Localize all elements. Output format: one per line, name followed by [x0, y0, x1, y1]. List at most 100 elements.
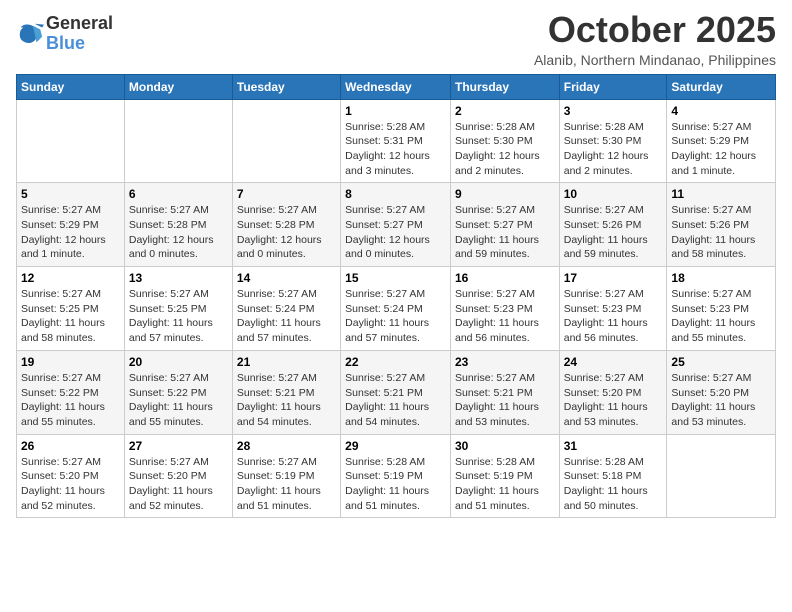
day-cell: 3Sunrise: 5:28 AM Sunset: 5:30 PM Daylig… [559, 99, 667, 183]
day-info: Sunrise: 5:27 AM Sunset: 5:27 PM Dayligh… [345, 203, 446, 262]
weekday-header-wednesday: Wednesday [341, 74, 451, 99]
day-cell: 31Sunrise: 5:28 AM Sunset: 5:18 PM Dayli… [559, 434, 667, 518]
day-number: 29 [345, 439, 446, 453]
day-info: Sunrise: 5:27 AM Sunset: 5:23 PM Dayligh… [455, 287, 555, 346]
day-number: 31 [564, 439, 663, 453]
day-cell: 25 Sunrise: 5:27 AM Sunset: 5:20 PM Dayli… [667, 350, 776, 434]
day-cell [124, 99, 232, 183]
day-cell: 26 Sunrise: 5:27 AM Sunset: 5:20 PM Dayli… [17, 434, 125, 518]
day-info: Sunrise: 5:27 AM Sunset: 5:20 PM Dayligh… [671, 371, 771, 430]
day-cell: 14Sunrise: 5:27 AM Sunset: 5:24 PM Dayli… [232, 267, 340, 351]
day-info: Sunrise: 5:27 AM Sunset: 5:21 PM Dayligh… [237, 371, 336, 430]
day-info: Sunrise: 5:27 AM Sunset: 5:20 PM Dayligh… [129, 455, 228, 514]
day-info: Sunrise: 5:27 AM Sunset: 5:22 PM Dayligh… [21, 371, 120, 430]
day-cell: 17 Sunrise: 5:27 AM Sunset: 5:23 PM Dayli… [559, 267, 667, 351]
day-number: 22 [345, 355, 446, 369]
day-info: Sunrise: 5:28 AM Sunset: 5:19 PM Dayligh… [345, 455, 446, 514]
day-cell [232, 99, 340, 183]
day-cell: 4 Sunrise: 5:27 AM Sunset: 5:29 PM Daylig… [667, 99, 776, 183]
day-info: Sunrise: 5:27 AM Sunset: 5:25 PM Dayligh… [21, 287, 120, 346]
day-number: 11 [671, 187, 771, 201]
day-cell: 22 Sunrise: 5:27 AM Sunset: 5:21 PM Dayli… [341, 350, 451, 434]
day-cell: 21 Sunrise: 5:27 AM Sunset: 5:21 PM Dayli… [232, 350, 340, 434]
logo: General Blue [16, 14, 113, 54]
week-row-3: 12 Sunrise: 5:27 AM Sunset: 5:25 PM Dayli… [17, 267, 776, 351]
day-info: Sunrise: 5:27 AM Sunset: 5:24 PM Dayligh… [237, 287, 336, 346]
day-cell: 28Sunrise: 5:27 AM Sunset: 5:19 PM Dayli… [232, 434, 340, 518]
weekday-header-monday: Monday [124, 74, 232, 99]
day-number: 1 [345, 104, 446, 118]
title-block: October 2025 Alanib, Northern Mindanao, … [534, 10, 776, 68]
day-number: 9 [455, 187, 555, 201]
day-info: Sunrise: 5:28 AM Sunset: 5:30 PM Dayligh… [455, 120, 555, 179]
day-number: 23 [455, 355, 555, 369]
day-cell: 29 Sunrise: 5:28 AM Sunset: 5:19 PM Dayli… [341, 434, 451, 518]
day-number: 24 [564, 355, 663, 369]
day-info: Sunrise: 5:27 AM Sunset: 5:27 PM Dayligh… [455, 203, 555, 262]
day-cell [667, 434, 776, 518]
day-number: 19 [21, 355, 120, 369]
day-cell: 12 Sunrise: 5:27 AM Sunset: 5:25 PM Dayli… [17, 267, 125, 351]
day-number: 2 [455, 104, 555, 118]
day-info: Sunrise: 5:27 AM Sunset: 5:29 PM Dayligh… [21, 203, 120, 262]
day-cell: 18 Sunrise: 5:27 AM Sunset: 5:23 PM Dayli… [667, 267, 776, 351]
week-row-5: 26 Sunrise: 5:27 AM Sunset: 5:20 PM Dayli… [17, 434, 776, 518]
day-cell: 6 Sunrise: 5:27 AM Sunset: 5:28 PM Daylig… [124, 183, 232, 267]
day-cell: 27 Sunrise: 5:27 AM Sunset: 5:20 PM Dayli… [124, 434, 232, 518]
day-cell: 30Sunrise: 5:28 AM Sunset: 5:19 PM Dayli… [450, 434, 559, 518]
day-info: Sunrise: 5:28 AM Sunset: 5:30 PM Dayligh… [564, 120, 663, 179]
day-cell: 24 Sunrise: 5:27 AM Sunset: 5:20 PM Dayli… [559, 350, 667, 434]
day-cell: 16 Sunrise: 5:27 AM Sunset: 5:23 PM Dayli… [450, 267, 559, 351]
header: General Blue October 2025 Alanib, Northe… [16, 10, 776, 68]
month-title: October 2025 [534, 10, 776, 50]
day-number: 21 [237, 355, 336, 369]
day-info: Sunrise: 5:28 AM Sunset: 5:31 PM Dayligh… [345, 120, 446, 179]
day-info: Sunrise: 5:28 AM Sunset: 5:19 PM Dayligh… [455, 455, 555, 514]
day-cell: 1 Sunrise: 5:28 AM Sunset: 5:31 PM Daylig… [341, 99, 451, 183]
weekday-header-sunday: Sunday [17, 74, 125, 99]
weekday-header-tuesday: Tuesday [232, 74, 340, 99]
day-info: Sunrise: 5:27 AM Sunset: 5:28 PM Dayligh… [129, 203, 228, 262]
day-number: 12 [21, 271, 120, 285]
day-cell: 5Sunrise: 5:27 AM Sunset: 5:29 PM Daylig… [17, 183, 125, 267]
week-row-1: 1 Sunrise: 5:28 AM Sunset: 5:31 PM Daylig… [17, 99, 776, 183]
day-info: Sunrise: 5:27 AM Sunset: 5:23 PM Dayligh… [671, 287, 771, 346]
day-info: Sunrise: 5:27 AM Sunset: 5:29 PM Dayligh… [671, 120, 771, 179]
day-info: Sunrise: 5:27 AM Sunset: 5:20 PM Dayligh… [21, 455, 120, 514]
day-info: Sunrise: 5:27 AM Sunset: 5:20 PM Dayligh… [564, 371, 663, 430]
week-row-2: 5Sunrise: 5:27 AM Sunset: 5:29 PM Daylig… [17, 183, 776, 267]
day-cell: 8 Sunrise: 5:27 AM Sunset: 5:27 PM Daylig… [341, 183, 451, 267]
day-number: 20 [129, 355, 228, 369]
day-info: Sunrise: 5:27 AM Sunset: 5:25 PM Dayligh… [129, 287, 228, 346]
day-cell: 2 Sunrise: 5:28 AM Sunset: 5:30 PM Daylig… [450, 99, 559, 183]
day-number: 15 [345, 271, 446, 285]
day-number: 27 [129, 439, 228, 453]
logo-text: General Blue [46, 14, 113, 54]
day-number: 26 [21, 439, 120, 453]
day-number: 7 [237, 187, 336, 201]
day-info: Sunrise: 5:27 AM Sunset: 5:26 PM Dayligh… [564, 203, 663, 262]
day-number: 25 [671, 355, 771, 369]
day-info: Sunrise: 5:27 AM Sunset: 5:23 PM Dayligh… [564, 287, 663, 346]
day-number: 17 [564, 271, 663, 285]
day-cell: 7Sunrise: 5:27 AM Sunset: 5:28 PM Daylig… [232, 183, 340, 267]
weekday-header-row: SundayMondayTuesdayWednesdayThursdayFrid… [17, 74, 776, 99]
day-number: 16 [455, 271, 555, 285]
logo-line1: General [46, 14, 113, 34]
logo-line2: Blue [46, 33, 85, 53]
day-info: Sunrise: 5:27 AM Sunset: 5:26 PM Dayligh… [671, 203, 771, 262]
day-cell: 13 Sunrise: 5:27 AM Sunset: 5:25 PM Dayli… [124, 267, 232, 351]
day-number: 13 [129, 271, 228, 285]
weekday-header-saturday: Saturday [667, 74, 776, 99]
day-cell: 10 Sunrise: 5:27 AM Sunset: 5:26 PM Dayli… [559, 183, 667, 267]
day-cell: 19 Sunrise: 5:27 AM Sunset: 5:22 PM Dayli… [17, 350, 125, 434]
weekday-header-thursday: Thursday [450, 74, 559, 99]
day-info: Sunrise: 5:27 AM Sunset: 5:21 PM Dayligh… [345, 371, 446, 430]
day-number: 6 [129, 187, 228, 201]
day-number: 10 [564, 187, 663, 201]
day-number: 18 [671, 271, 771, 285]
day-number: 4 [671, 104, 771, 118]
day-cell: 20Sunrise: 5:27 AM Sunset: 5:22 PM Dayli… [124, 350, 232, 434]
day-number: 8 [345, 187, 446, 201]
week-row-4: 19 Sunrise: 5:27 AM Sunset: 5:22 PM Dayli… [17, 350, 776, 434]
